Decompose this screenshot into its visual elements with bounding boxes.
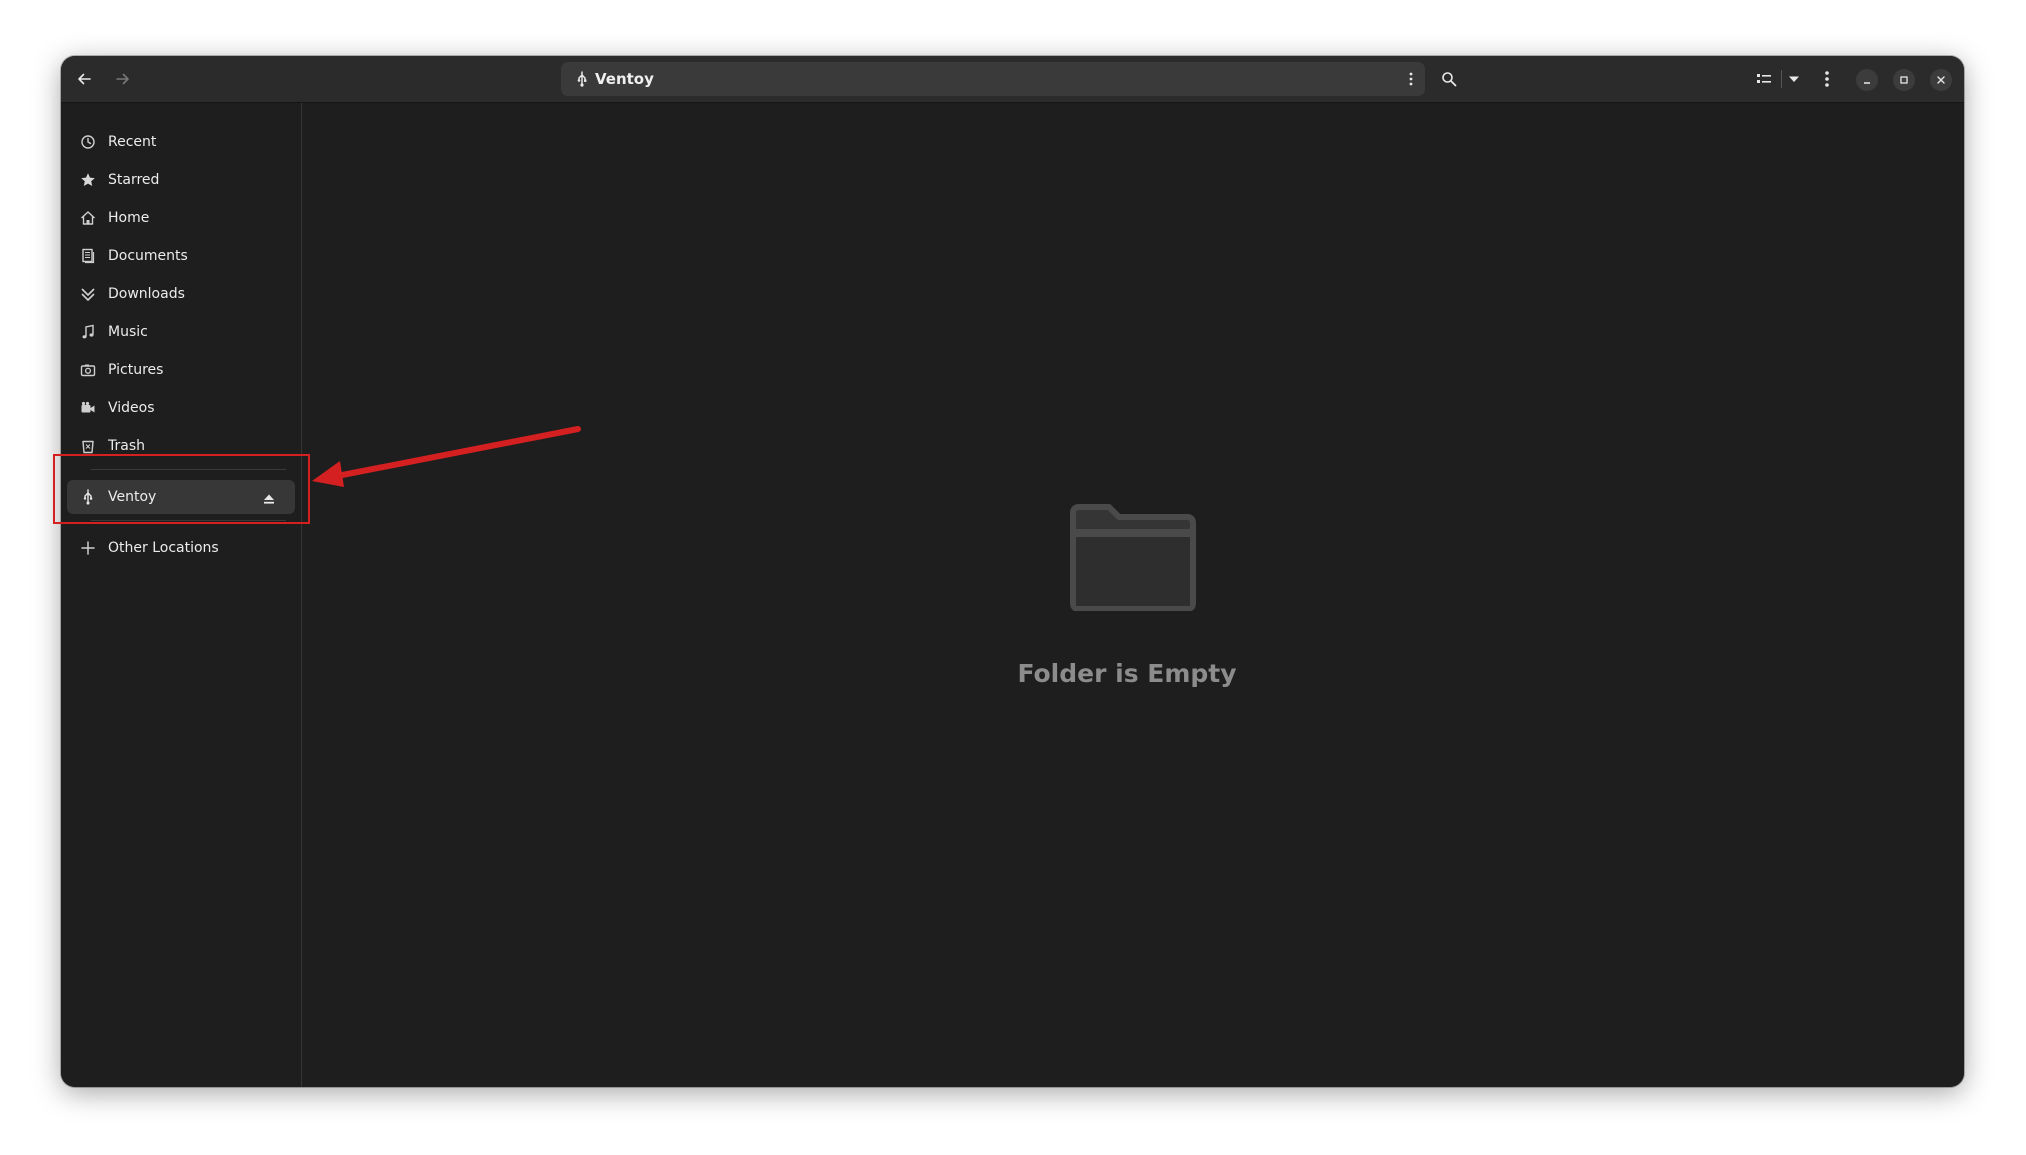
annotation-arrow bbox=[312, 426, 581, 487]
sidebar-item-label: Other Locations bbox=[108, 540, 219, 556]
plus-icon bbox=[80, 540, 96, 556]
sidebar-item-label: Starred bbox=[108, 172, 160, 188]
header-bar: Ventoy bbox=[61, 56, 1964, 103]
sidebar-item-label: Documents bbox=[108, 248, 188, 264]
search-icon bbox=[1442, 72, 1457, 87]
home-icon bbox=[80, 210, 96, 226]
download-icon bbox=[80, 286, 96, 302]
main-menu-button[interactable] bbox=[1811, 64, 1843, 94]
empty-state-title: Folder is Empty bbox=[1017, 659, 1237, 688]
annotation-highlight-box bbox=[53, 454, 310, 524]
sidebar-item-music[interactable]: Music bbox=[67, 315, 295, 349]
close-icon bbox=[1937, 76, 1945, 84]
sidebar-item-documents[interactable]: Documents bbox=[67, 239, 295, 273]
menu-kebab-icon bbox=[1825, 71, 1829, 87]
sidebar-item-other-locations[interactable]: Other Locations bbox=[67, 531, 295, 565]
location-title: Ventoy bbox=[595, 70, 654, 88]
star-icon bbox=[80, 172, 96, 188]
documents-icon bbox=[80, 248, 96, 264]
arrow-left-icon bbox=[78, 73, 91, 85]
sidebar-item-home[interactable]: Home bbox=[67, 201, 295, 235]
camera-icon bbox=[80, 362, 96, 378]
close-button[interactable] bbox=[1930, 69, 1952, 91]
sidebar-item-label: Recent bbox=[108, 134, 157, 150]
view-mode-button[interactable] bbox=[1748, 64, 1780, 94]
file-view[interactable]: Folder is Empty bbox=[302, 103, 1964, 1087]
back-button[interactable] bbox=[68, 64, 100, 94]
trash-icon bbox=[80, 438, 96, 454]
usb-icon bbox=[577, 71, 587, 87]
maximize-button[interactable] bbox=[1893, 69, 1915, 91]
sidebar-item-pictures[interactable]: Pictures bbox=[67, 353, 295, 387]
sidebar-item-label: Home bbox=[108, 210, 150, 226]
forward-button[interactable] bbox=[107, 64, 139, 94]
sidebar-item-label: Videos bbox=[108, 400, 155, 416]
arrow-right-icon bbox=[116, 73, 129, 85]
file-manager-window: Ventoy Recent Starred Home Documents Dow… bbox=[61, 56, 1964, 1087]
maximize-icon bbox=[1900, 76, 1908, 84]
sidebar-item-label: Pictures bbox=[108, 362, 164, 378]
sidebar: Recent Starred Home Documents Downloads bbox=[61, 103, 302, 1087]
search-button[interactable] bbox=[1433, 64, 1465, 94]
chevron-down-icon bbox=[1789, 76, 1799, 82]
clock-icon bbox=[80, 134, 96, 150]
location-pathbar[interactable]: Ventoy bbox=[561, 62, 1425, 96]
video-camera-icon bbox=[80, 400, 96, 416]
sidebar-item-recent[interactable]: Recent bbox=[67, 125, 295, 159]
music-icon bbox=[80, 324, 96, 340]
minimize-icon bbox=[1864, 82, 1870, 84]
minimize-button[interactable] bbox=[1856, 69, 1878, 91]
sidebar-item-label: Music bbox=[108, 324, 148, 340]
sidebar-item-label: Downloads bbox=[108, 286, 185, 302]
view-options-dropdown[interactable] bbox=[1781, 64, 1807, 94]
sidebar-item-downloads[interactable]: Downloads bbox=[67, 277, 295, 311]
sidebar-item-videos[interactable]: Videos bbox=[67, 391, 295, 425]
list-view-icon bbox=[1757, 74, 1771, 83]
sidebar-item-starred[interactable]: Starred bbox=[67, 163, 295, 197]
path-menu-icon[interactable] bbox=[1409, 71, 1413, 87]
folder-icon bbox=[1070, 504, 1196, 611]
sidebar-item-label: Trash bbox=[108, 438, 145, 454]
